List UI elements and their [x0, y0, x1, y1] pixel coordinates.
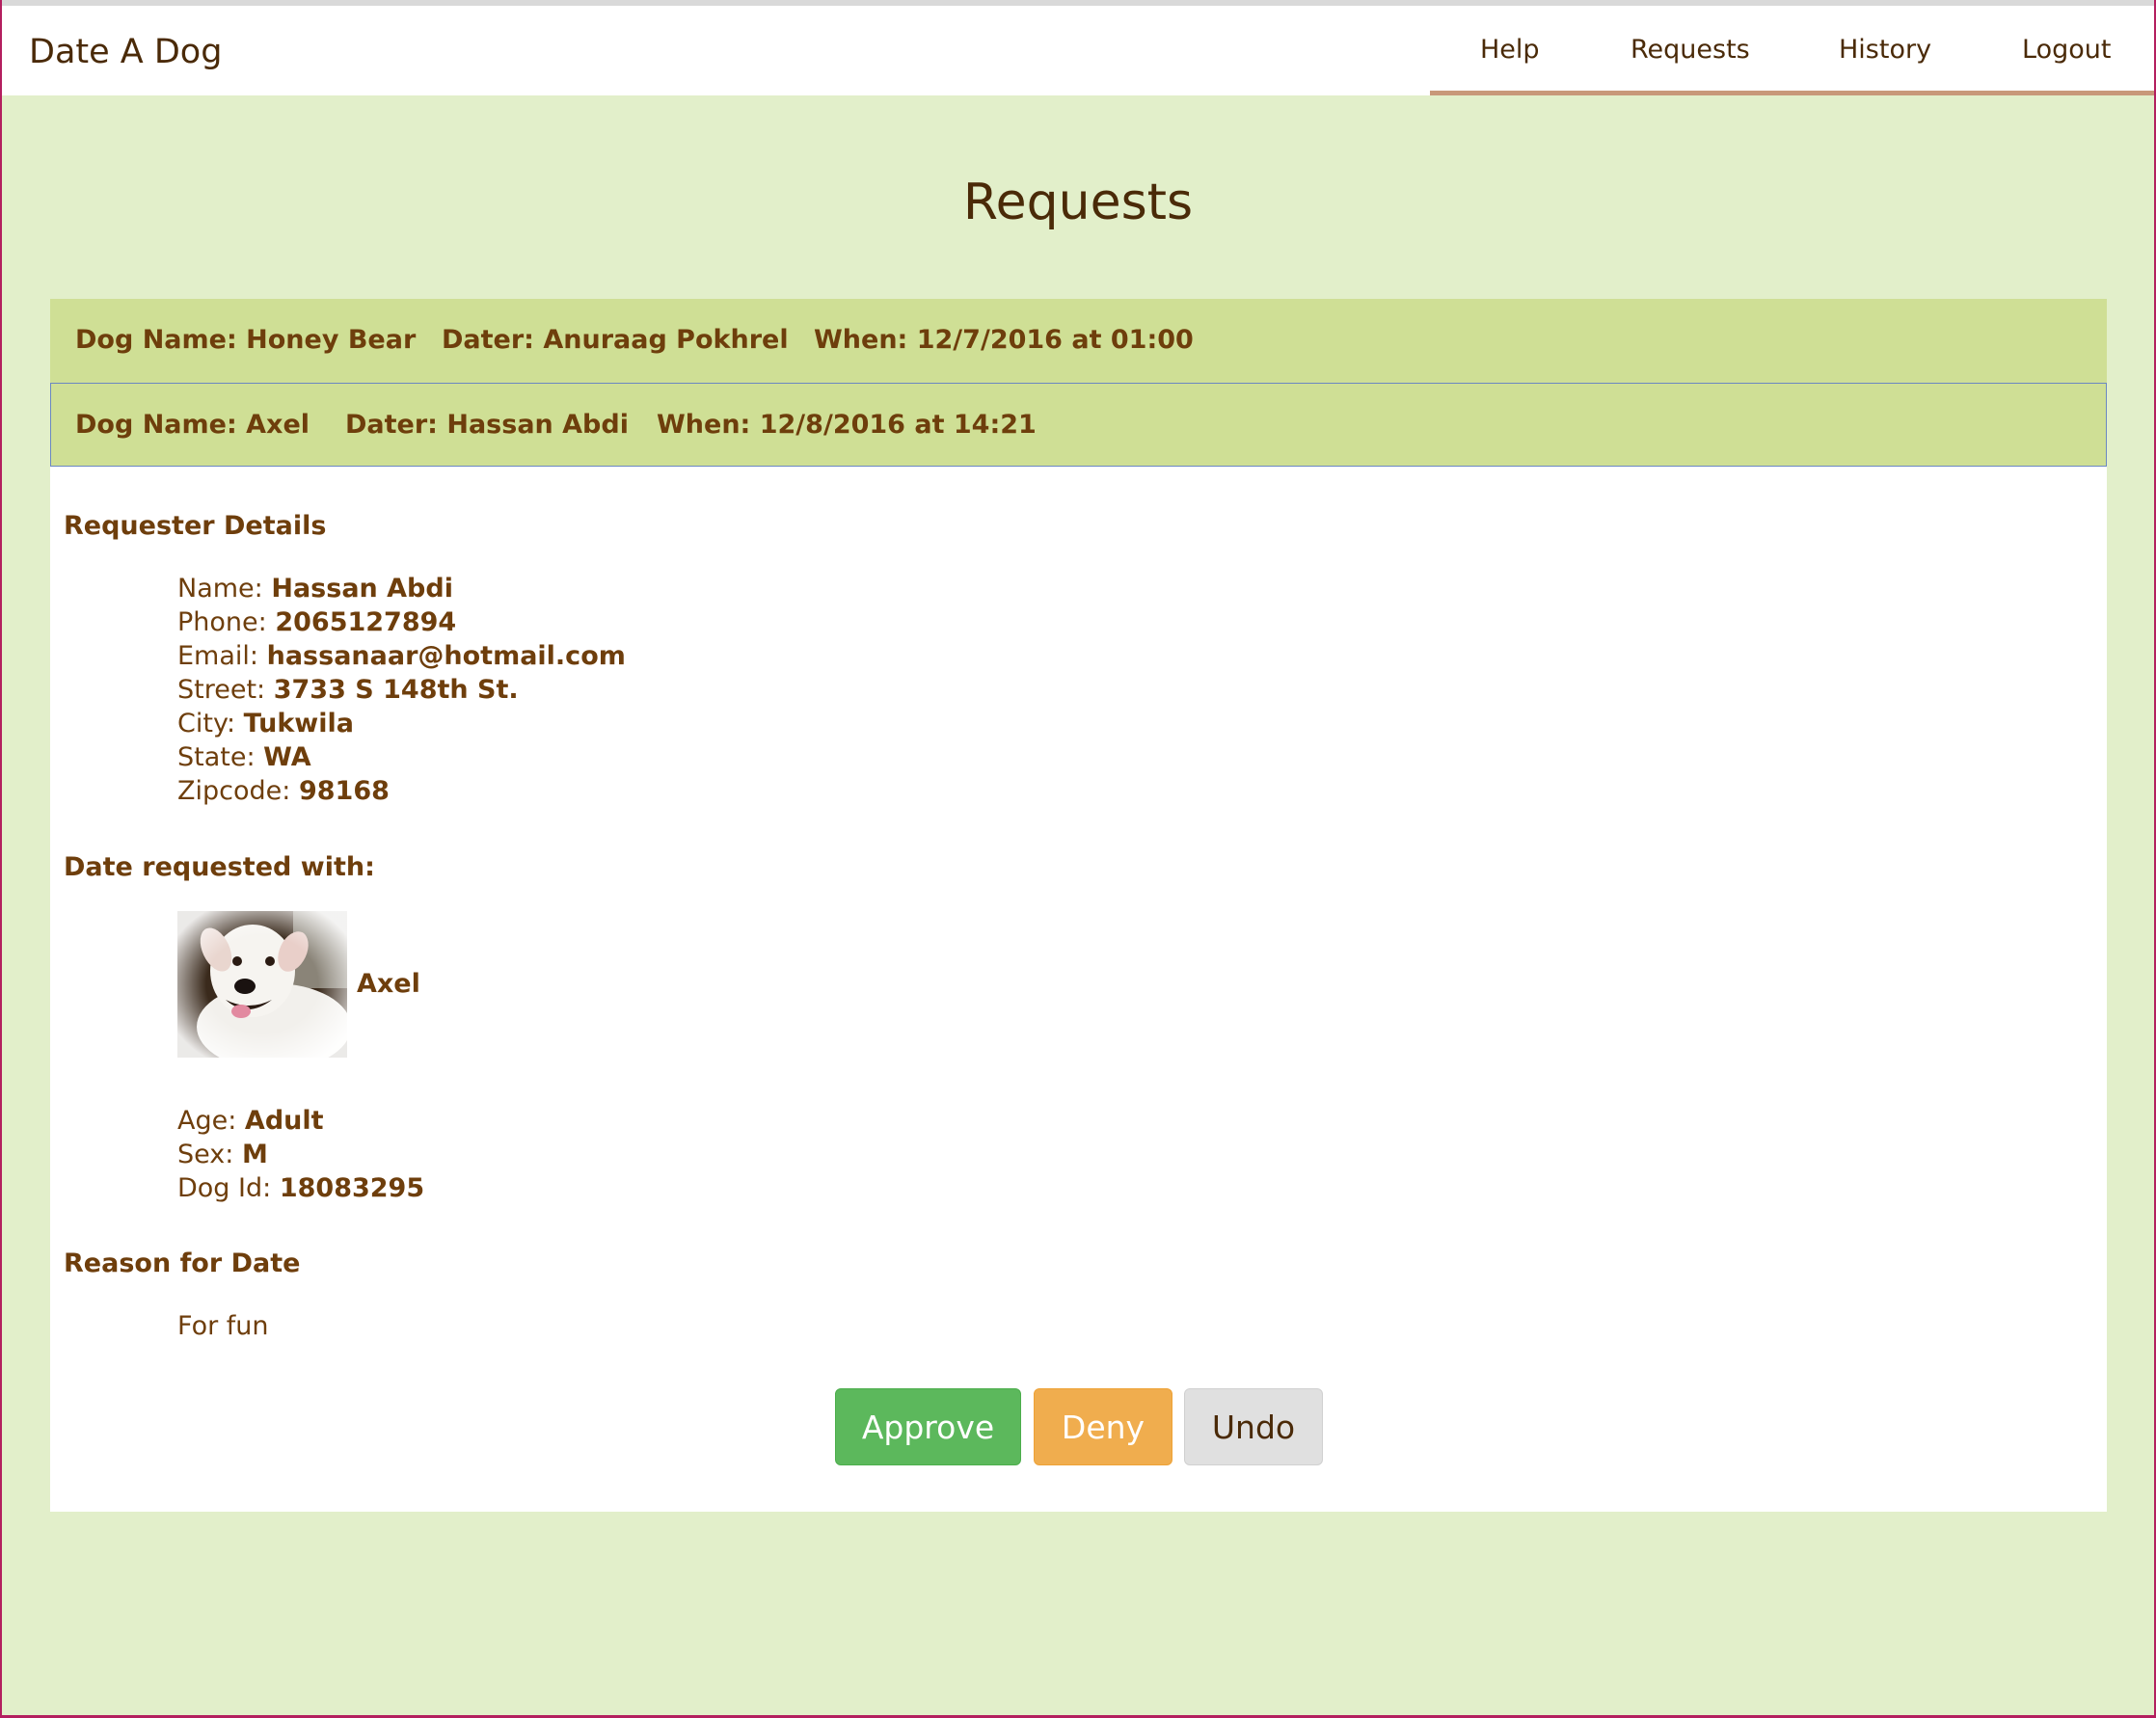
dog-photo-image	[177, 911, 347, 1058]
field-value: Tukwila	[243, 709, 354, 738]
request-dater: Dater: Hassan Abdi	[345, 410, 629, 440]
dog-age: Age: Adult	[177, 1106, 324, 1136]
field-value: WA	[263, 742, 311, 772]
field-value: 3733 S 148th St.	[273, 675, 519, 705]
field-label: State:	[177, 742, 256, 772]
nav-item-help[interactable]: Help	[1480, 35, 1540, 65]
nav-item-requests[interactable]: Requests	[1630, 35, 1750, 65]
dog-name: Axel	[357, 969, 420, 999]
dog-photo	[177, 911, 347, 1058]
field-value: Hassan Abdi	[271, 574, 453, 604]
field-label: Email:	[177, 641, 259, 671]
approve-button[interactable]: Approve	[835, 1388, 1021, 1465]
field-label: City:	[177, 709, 236, 738]
requests-panel: Dog Name: Honey Bear Dater: Anuraag Pokh…	[50, 299, 2107, 1512]
requester-state: State: WA	[177, 742, 311, 772]
request-when: When: 12/8/2016 at 14:21	[657, 410, 1037, 440]
field-label: Street:	[177, 675, 266, 705]
field-value: M	[241, 1140, 268, 1169]
request-when: When: 12/7/2016 at 01:00	[814, 325, 1194, 355]
undo-button[interactable]: Undo	[1184, 1388, 1323, 1465]
field-value: hassanaar@hotmail.com	[266, 641, 626, 671]
navbar: Date A Dog Help Requests History Logout	[2, 6, 2154, 95]
dog-id: Dog Id: 18083295	[177, 1173, 424, 1203]
reason-text: For fun	[177, 1311, 269, 1341]
requester-details-heading: Requester Details	[64, 511, 327, 541]
request-dater: Dater: Anuraag Pokhrel	[442, 325, 789, 355]
requester-phone: Phone: 2065127894	[177, 607, 456, 637]
field-value: Adult	[244, 1106, 324, 1136]
field-label: Phone:	[177, 607, 267, 637]
reason-heading: Reason for Date	[64, 1248, 301, 1278]
deny-button[interactable]: Deny	[1034, 1388, 1172, 1465]
field-label: Name:	[177, 574, 263, 604]
nav-item-logout[interactable]: Logout	[2022, 35, 2111, 65]
nav-item-history[interactable]: History	[1839, 35, 1931, 65]
field-label: Sex:	[177, 1140, 234, 1169]
page-title: Requests	[962, 174, 1194, 231]
nav-menu: Help Requests History Logout	[1430, 6, 2154, 95]
requester-city: City: Tukwila	[177, 709, 354, 738]
field-label: Age:	[177, 1106, 237, 1136]
app-brand[interactable]: Date A Dog	[29, 33, 222, 71]
request-row-selected[interactable]: Dog Name: Axel Dater: Hassan Abdi When: …	[50, 383, 2107, 467]
field-value: 98168	[298, 776, 390, 806]
requester-street: Street: 3733 S 148th St.	[177, 675, 519, 705]
dog-sex: Sex: M	[177, 1140, 268, 1169]
field-value: 2065127894	[275, 607, 457, 637]
date-requested-heading: Date requested with:	[64, 852, 375, 882]
field-value: 18083295	[279, 1173, 425, 1203]
field-label: Zipcode:	[177, 776, 291, 806]
request-dog-name: Dog Name: Honey Bear	[75, 325, 417, 355]
requester-email: Email: hassanaar@hotmail.com	[177, 641, 626, 671]
requester-name: Name: Hassan Abdi	[177, 574, 453, 604]
request-row[interactable]: Dog Name: Honey Bear Dater: Anuraag Pokh…	[50, 299, 2107, 383]
requester-zipcode: Zipcode: 98168	[177, 776, 390, 806]
request-dog-name: Dog Name: Axel	[75, 410, 310, 440]
field-label: Dog Id:	[177, 1173, 272, 1203]
